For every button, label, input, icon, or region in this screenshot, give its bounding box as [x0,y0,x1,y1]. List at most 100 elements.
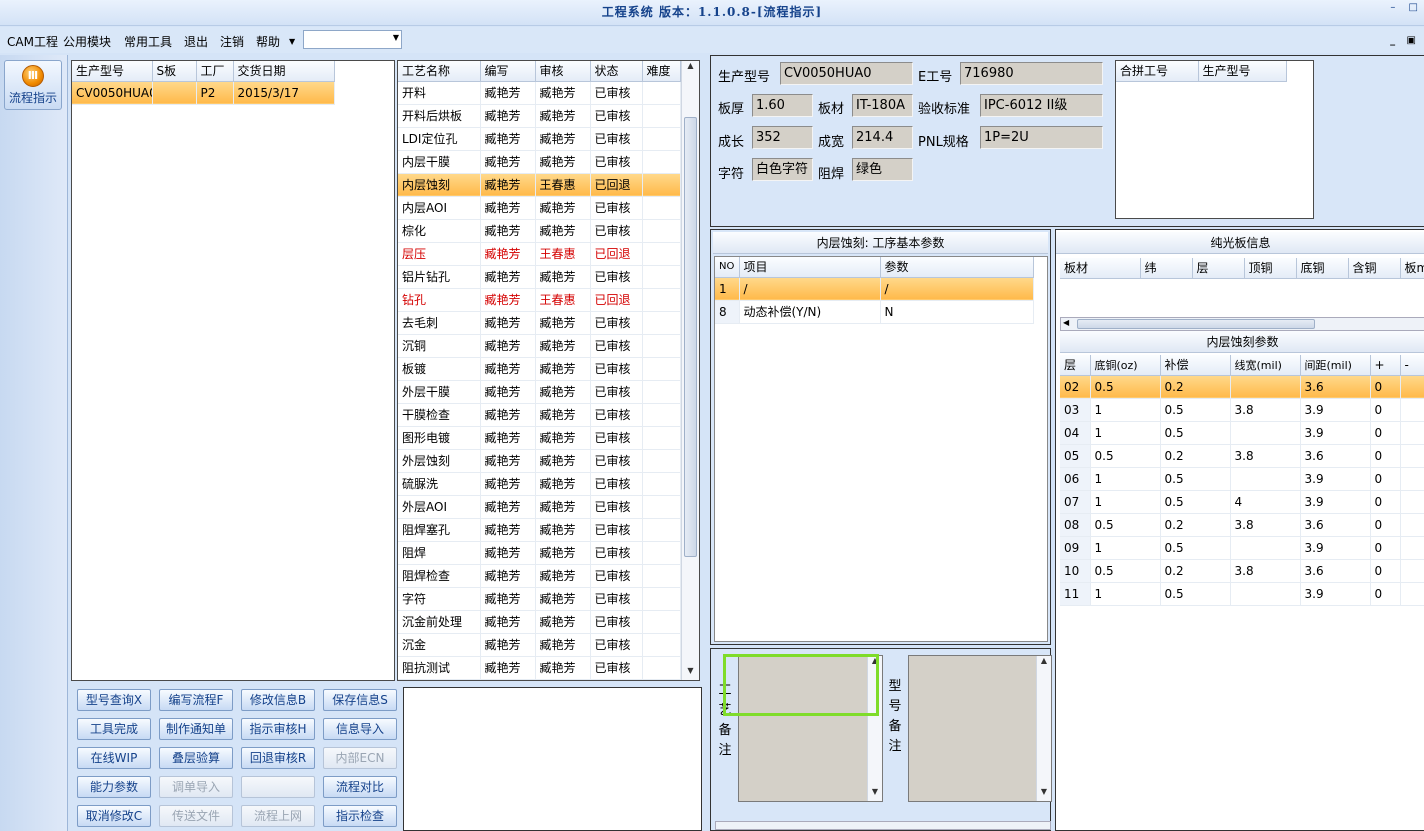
etch-cell[interactable]: 1 [1090,421,1161,445]
etch-row[interactable]: 10 0.5 0.2 3.8 3.6 0 [1060,559,1424,583]
process-row[interactable]: 层压 臧艳芳 王春惠 已回退 [398,242,681,266]
mdi-minimize-icon[interactable]: _ [1390,35,1395,46]
etch-row[interactable]: 02 0.5 0.2 3.6 0 [1060,375,1424,399]
action-button-3-0[interactable]: 能力参数 [77,776,151,798]
action-button-0-0[interactable]: 型号查询X [77,689,151,711]
etch-cell[interactable] [1230,536,1301,560]
action-button-2-2[interactable]: 回退审核R [241,747,315,769]
etch-cell[interactable] [1400,444,1424,468]
process-cell[interactable]: 已审核 [590,564,643,588]
process-cell[interactable]: 臧艳芳 [535,380,591,404]
core-hscrollbar[interactable]: ◀ [1060,317,1424,331]
process-row[interactable]: 铝片钻孔 臧艳芳 臧艳芳 已审核 [398,265,681,289]
etch-cell[interactable]: 0.5 [1160,421,1231,445]
process-cell[interactable] [642,334,681,358]
process-cell[interactable] [642,587,681,611]
etch-cell[interactable]: 3.9 [1300,490,1371,514]
process-cell[interactable]: 臧艳芳 [480,357,536,381]
process-cell[interactable]: 开料 [398,81,481,105]
process-cell[interactable]: 去毛刺 [398,311,481,335]
process-cell[interactable]: 已审核 [590,518,643,542]
process-cell[interactable] [642,564,681,588]
process-cell[interactable] [642,472,681,496]
action-button-3-3[interactable]: 流程对比 [323,776,397,798]
process-cell[interactable]: 阻焊检查 [398,564,481,588]
process-cell[interactable] [642,242,681,266]
etch-cell[interactable]: 1 [1090,536,1161,560]
col-combine-no[interactable]: 合拼工号 [1116,61,1199,82]
process-cell[interactable]: 内层干膜 [398,150,481,174]
process-cell[interactable]: 臧艳芳 [480,495,536,519]
etch-row[interactable]: 05 0.5 0.2 3.8 3.6 0 [1060,444,1424,468]
process-cell[interactable]: 已审核 [590,265,643,289]
process-row[interactable]: 棕化 臧艳芳 臧艳芳 已审核 [398,219,681,243]
help-dropdown-icon[interactable]: ▼ [289,37,295,46]
col-compensation[interactable]: 补偿 [1160,355,1231,376]
process-cell[interactable]: 臧艳芳 [535,587,591,611]
order-row[interactable]: CV0050HUA0 P2 2015/3/17 [72,81,335,105]
etch-cell[interactable]: 3.9 [1300,582,1371,606]
process-cell[interactable]: 板镀 [398,357,481,381]
etch-row[interactable]: 07 1 0.5 4 3.9 0 [1060,490,1424,514]
process-cell[interactable]: 臧艳芳 [480,265,536,289]
etch-cell[interactable]: 3.8 [1230,559,1301,583]
col-combine-model[interactable]: 生产型号 [1198,61,1287,82]
col-base-cu[interactable]: 底铜(oz) [1090,355,1161,376]
etch-cell[interactable]: 02 [1060,375,1091,399]
etch-cell[interactable]: 0.5 [1160,536,1231,560]
process-row[interactable]: 阻抗测试 臧艳芳 臧艳芳 已审核 [398,656,681,680]
process-cell[interactable] [642,196,681,220]
etch-cell[interactable]: 1 [1090,398,1161,422]
process-cell[interactable]: 臧艳芳 [480,426,536,450]
action-button-0-1[interactable]: 编写流程F [159,689,233,711]
process-cell[interactable] [642,403,681,427]
process-cell[interactable]: 已审核 [590,334,643,358]
process-cell[interactable]: 臧艳芳 [480,380,536,404]
process-cell[interactable]: 王春惠 [535,173,591,197]
etch-cell[interactable] [1400,398,1424,422]
etch-cell[interactable]: 1 [1090,490,1161,514]
col-core-with-cu[interactable]: 含铜 [1348,258,1401,279]
process-cell[interactable]: 臧艳芳 [535,449,591,473]
process-cell[interactable]: 字符 [398,587,481,611]
process-row[interactable]: 阻焊检查 臧艳芳 臧艳芳 已审核 [398,564,681,588]
param-cell[interactable]: N [880,300,1034,324]
etch-cell[interactable]: 3.6 [1300,513,1371,537]
process-cell[interactable] [642,127,681,151]
process-cell[interactable] [642,150,681,174]
etch-cell[interactable] [1230,582,1301,606]
thickness-field[interactable]: 1.60 [752,94,813,117]
etch-row[interactable]: 06 1 0.5 3.9 0 [1060,467,1424,491]
standard-field[interactable]: IPC-6012 II级 [980,94,1103,117]
menu-cam[interactable]: CAM工程 [7,33,58,50]
material-field[interactable]: IT-180A [852,94,913,117]
process-row[interactable]: 内层蚀刻 臧艳芳 王春惠 已回退 [398,173,681,197]
etch-cell[interactable] [1400,490,1424,514]
process-cell[interactable]: 臧艳芳 [535,541,591,565]
process-cell[interactable]: 沉金 [398,633,481,657]
process-cell[interactable]: 已审核 [590,81,643,105]
etch-cell[interactable]: 0 [1370,421,1401,445]
process-cell[interactable]: 臧艳芳 [480,196,536,220]
process-cell[interactable]: 臧艳芳 [535,426,591,450]
process-cell[interactable]: 已回退 [590,288,643,312]
process-row[interactable]: 外层干膜 臧艳芳 臧艳芳 已审核 [398,380,681,404]
etch-cell[interactable]: 3.8 [1230,398,1301,422]
process-cell[interactable]: 臧艳芳 [535,219,591,243]
process-cell[interactable]: 已回退 [590,173,643,197]
process-cell[interactable]: 臧艳芳 [535,104,591,128]
etch-cell[interactable]: 04 [1060,421,1091,445]
etch-cell[interactable]: 07 [1060,490,1091,514]
etch-cell[interactable]: 3.9 [1300,421,1371,445]
process-cell[interactable]: 臧艳芳 [535,196,591,220]
scroll-down-icon[interactable]: ▼ [682,666,699,680]
process-cell[interactable]: 臧艳芳 [480,81,536,105]
process-cell[interactable] [642,81,681,105]
process-cell[interactable]: 已审核 [590,656,643,680]
process-cell[interactable]: 已审核 [590,150,643,174]
process-cell[interactable] [642,265,681,289]
etch-cell[interactable]: 0.5 [1160,398,1231,422]
flow-indicator-button[interactable]: Ⅲ 流程指示 [4,60,62,110]
process-row[interactable]: 钻孔 臧艳芳 王春惠 已回退 [398,288,681,312]
process-cell[interactable]: 已审核 [590,541,643,565]
